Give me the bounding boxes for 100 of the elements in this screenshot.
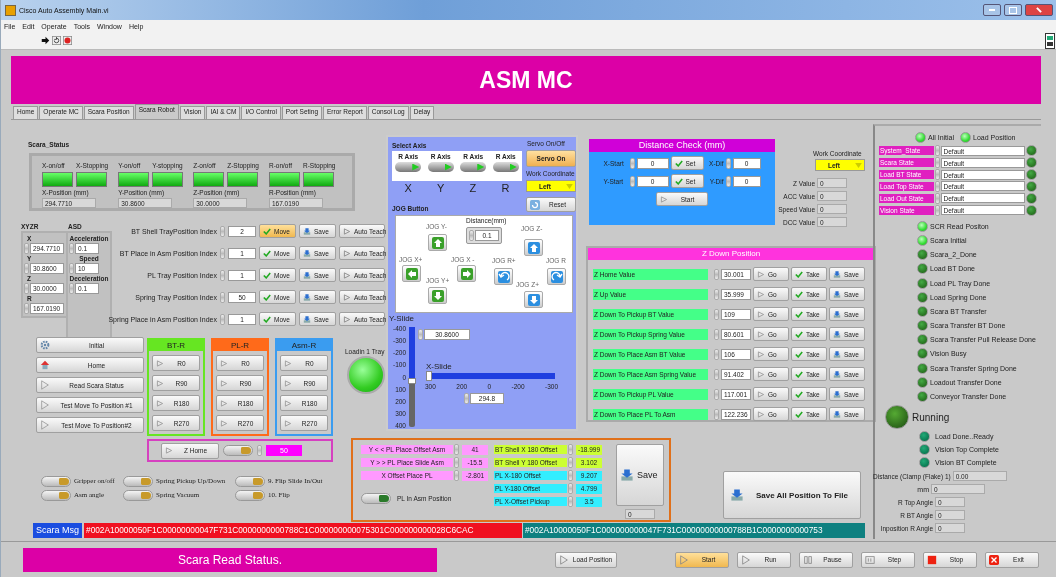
- minimize-button[interactable]: [983, 4, 1001, 16]
- spin-buttons[interactable]: [934, 192, 940, 204]
- spin-buttons[interactable]: [24, 263, 29, 274]
- spin-buttons[interactable]: [629, 175, 635, 187]
- spin-buttons[interactable]: [24, 243, 29, 254]
- toggle-switch[interactable]: [123, 489, 153, 501]
- stop-icon: [927, 554, 937, 565]
- spin-buttons[interactable]: [714, 388, 719, 400]
- check-icon: [263, 249, 271, 257]
- spin-buttons[interactable]: [454, 444, 459, 455]
- save-all-button[interactable]: Save All Position To File: [723, 471, 861, 519]
- arrow-icon: [405, 267, 418, 280]
- spin-buttons[interactable]: [454, 470, 459, 481]
- jog-button[interactable]: [547, 268, 566, 285]
- spin-buttons[interactable]: [220, 269, 225, 281]
- play-icon: [757, 270, 765, 278]
- check-icon: [674, 159, 683, 167]
- jog-button[interactable]: [457, 265, 476, 282]
- play-icon: [343, 293, 351, 301]
- jog-button[interactable]: [524, 239, 543, 256]
- jog-button[interactable]: [494, 268, 513, 285]
- play-icon: [741, 554, 751, 565]
- spin-buttons[interactable]: [454, 457, 459, 468]
- save-icon: [303, 271, 311, 279]
- toggle-switch[interactable]: [235, 489, 265, 501]
- spin-buttons[interactable]: [725, 175, 731, 187]
- spin-buttons[interactable]: [714, 268, 719, 280]
- spin-buttons[interactable]: [714, 348, 719, 360]
- play-icon: [343, 227, 351, 235]
- arrow-icon: [431, 289, 444, 302]
- response-field: #002A10000050F1C000000000047F731C00000000000788B1C0000000000753: [523, 523, 865, 538]
- jog-button[interactable]: [428, 287, 447, 304]
- spin-buttons[interactable]: [934, 204, 940, 216]
- spin-buttons[interactable]: [934, 180, 940, 192]
- axis-switch[interactable]: [492, 162, 519, 172]
- axis-switch[interactable]: [395, 162, 422, 172]
- check-icon: [795, 350, 803, 358]
- spin-buttons[interactable]: [568, 444, 573, 455]
- spin-buttons[interactable]: [568, 470, 573, 481]
- panel-title: BT-R: [149, 340, 203, 351]
- play-icon: [220, 399, 228, 407]
- spin-buttons[interactable]: [69, 243, 74, 254]
- check-icon: [795, 270, 803, 278]
- spin-buttons[interactable]: [714, 328, 719, 340]
- arrow-icon: [527, 241, 540, 254]
- spin-buttons[interactable]: [568, 457, 573, 468]
- jog-button[interactable]: [402, 265, 421, 282]
- run-continuously-icon[interactable]: [52, 36, 61, 45]
- play-icon: [165, 447, 173, 454]
- spin-buttons[interactable]: [725, 157, 731, 169]
- toggle-switch[interactable]: [41, 475, 71, 487]
- play-icon: [284, 399, 292, 407]
- spin-buttons[interactable]: [934, 157, 940, 169]
- spin-buttons[interactable]: [257, 445, 262, 456]
- spin-buttons[interactable]: [24, 303, 29, 314]
- spin-buttons[interactable]: [934, 169, 940, 181]
- panel-title: Asm-R: [277, 340, 331, 351]
- spin-buttons[interactable]: [568, 496, 573, 507]
- spin-buttons[interactable]: [418, 329, 423, 340]
- axis-switch[interactable]: [427, 162, 454, 172]
- spin-buttons[interactable]: [714, 288, 719, 300]
- spin-buttons[interactable]: [220, 225, 225, 237]
- save-icon: [303, 249, 311, 257]
- spin-buttons[interactable]: [69, 283, 74, 294]
- house-icon: [40, 360, 50, 370]
- run-arrow-icon[interactable]: [41, 36, 50, 45]
- save-button[interactable]: Save: [616, 444, 664, 506]
- axis-switch[interactable]: [460, 162, 487, 172]
- spin-buttons[interactable]: [69, 263, 74, 274]
- slider-thumb[interactable]: [408, 378, 416, 384]
- spin-buttons[interactable]: [714, 308, 719, 320]
- play-icon: [220, 419, 228, 427]
- spin-buttons[interactable]: [24, 283, 29, 294]
- check-icon: [795, 410, 803, 418]
- pause-icon: [803, 554, 813, 565]
- spin-buttons[interactable]: [629, 157, 635, 169]
- spin-buttons[interactable]: [714, 408, 719, 420]
- save-icon: [833, 370, 841, 378]
- close-button[interactable]: [1025, 4, 1053, 16]
- toggle-switch[interactable]: [235, 475, 265, 487]
- toggle-switch[interactable]: [123, 475, 153, 487]
- jog-button[interactable]: [428, 234, 447, 251]
- abort-icon[interactable]: [63, 36, 72, 45]
- spin-buttons[interactable]: [220, 247, 225, 259]
- spin-buttons[interactable]: [464, 393, 469, 404]
- toggle-switch[interactable]: [41, 489, 71, 501]
- maximize-button[interactable]: [1004, 4, 1022, 16]
- check-icon: [263, 315, 271, 323]
- spin-buttons[interactable]: [568, 483, 573, 494]
- spin-buttons[interactable]: [934, 145, 940, 157]
- toggle-switch[interactable]: [223, 445, 253, 456]
- play-icon: [156, 359, 164, 367]
- play-icon: [559, 554, 569, 565]
- spin-buttons[interactable]: [714, 368, 719, 380]
- spin-buttons[interactable]: [220, 291, 225, 303]
- toggle-switch[interactable]: [361, 493, 391, 504]
- slider-thumb[interactable]: [426, 371, 433, 381]
- spin-buttons[interactable]: [220, 313, 225, 325]
- play-icon: [284, 419, 292, 427]
- jog-button[interactable]: [524, 291, 543, 308]
